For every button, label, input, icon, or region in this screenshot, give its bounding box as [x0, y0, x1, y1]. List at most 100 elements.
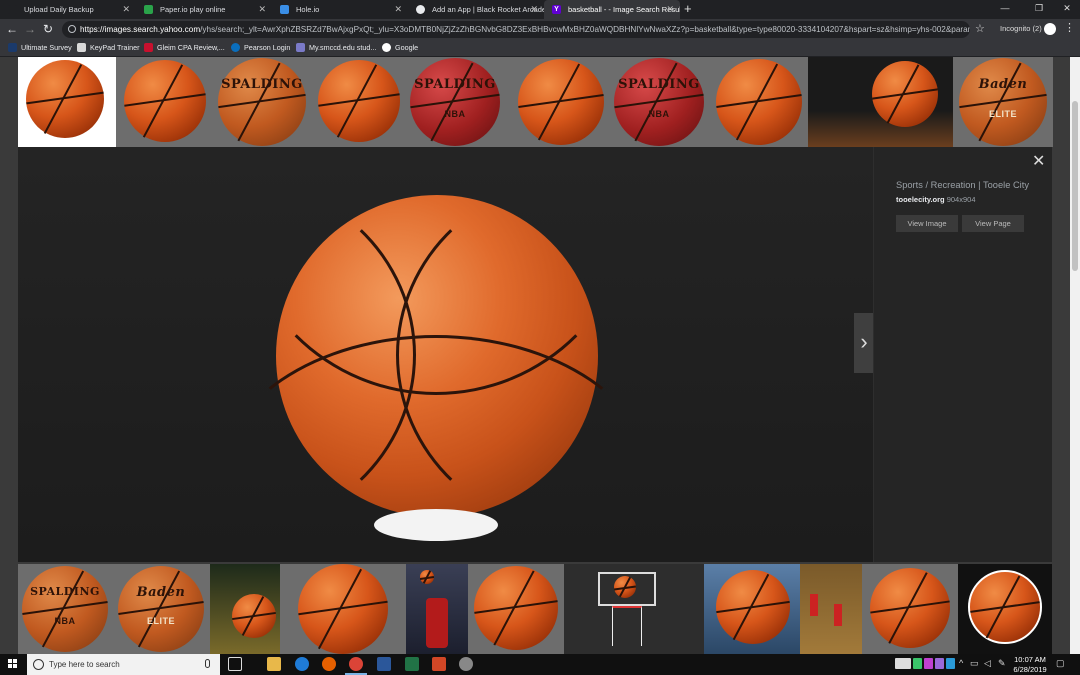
thumbnail-image[interactable]	[18, 57, 116, 147]
thumbnail-image[interactable]	[468, 564, 564, 654]
thumbnail-image[interactable]	[808, 57, 953, 147]
bookmark-label: Google	[395, 43, 419, 52]
thumbnail-image[interactable]	[862, 564, 958, 654]
source-title[interactable]: Sports / Recreation | Tooele City	[896, 180, 1029, 190]
thumbnail-image[interactable]	[280, 564, 406, 654]
back-arrow-icon[interactable]: ←	[4, 21, 20, 38]
tab-yahoo-images[interactable]: Y basketball - - Image Search Results ✕	[544, 0, 680, 19]
excel-icon[interactable]	[405, 657, 419, 671]
tab-hole-io[interactable]: Hole.io ✕	[272, 0, 408, 19]
thumbnail-image[interactable]: Baden ELITE	[953, 57, 1053, 147]
incognito-label[interactable]: Incognito (2)	[1000, 24, 1042, 33]
tab-paper-io[interactable]: Paper.io play online ✕	[136, 0, 272, 19]
thumbnail-image[interactable]	[564, 564, 704, 654]
bookmark-google[interactable]: Google	[382, 40, 418, 56]
forward-arrow-icon[interactable]: →	[22, 21, 38, 38]
basketball-thumb	[298, 564, 388, 654]
file-explorer-icon[interactable]	[267, 657, 281, 671]
close-tab-icon[interactable]: ✕	[122, 0, 130, 19]
pen-icon[interactable]: ✎	[998, 658, 1006, 669]
basketball-thumb: SPALDING NBA	[614, 58, 704, 146]
bookmark-ultimate-survey[interactable]: Ultimate Survey	[8, 40, 72, 56]
url-host: https://images.search.yahoo.com	[80, 25, 201, 34]
thumbnail-image[interactable]: Baden ELITE	[112, 564, 210, 654]
browser-toolbar: ← → ↻ https://images.search.yahoo.com/yh…	[0, 19, 1080, 40]
ball-logo-text: NBA	[648, 109, 670, 120]
thumbnail-image[interactable]	[116, 57, 214, 147]
clock-time: 10:07 AM	[1014, 655, 1046, 664]
tab-strip: Upload Daily Backup ✕ Paper.io play onli…	[0, 0, 1080, 19]
edge-icon[interactable]	[295, 657, 309, 671]
microphone-icon[interactable]	[205, 659, 210, 668]
notification-icon[interactable]: ▢	[1056, 658, 1065, 669]
taskbar-clock[interactable]: 10:07 AM 6/28/2019	[1009, 655, 1051, 675]
basketball-thumb	[474, 566, 558, 650]
tray-app-icon[interactable]	[935, 658, 944, 669]
basketball-thumb	[420, 570, 434, 584]
image-dimensions: 904x904	[946, 195, 976, 204]
source-host[interactable]: tooelecity.org	[896, 195, 945, 204]
site-info-icon[interactable]	[68, 25, 76, 33]
taskbar-search-box[interactable]: Type here to search	[27, 654, 220, 675]
word-icon[interactable]	[377, 657, 391, 671]
windows-taskbar: Type here to search ^ ▭ ◁ ✎ 10:07 AM 6/2…	[0, 654, 1080, 675]
tray-app-icon[interactable]	[946, 658, 955, 669]
scrollbar-thumb[interactable]	[1072, 101, 1078, 271]
task-view-icon[interactable]	[228, 657, 242, 671]
close-tab-icon[interactable]: ✕	[530, 0, 538, 19]
minimize-icon[interactable]: —	[990, 0, 1020, 19]
close-tab-icon[interactable]: ✕	[258, 0, 266, 19]
basketball-thumb	[716, 570, 790, 644]
restore-icon[interactable]: ❐	[1024, 0, 1054, 19]
new-tab-button[interactable]: +	[684, 0, 692, 18]
tab-label: Add an App | Black Rocket Arcade	[432, 5, 544, 14]
address-bar[interactable]: https://images.search.yahoo.com/yhs/sear…	[62, 21, 970, 38]
tray-app-icon[interactable]	[913, 658, 922, 669]
page-scrollbar[interactable]	[1070, 57, 1080, 654]
powerpoint-icon[interactable]	[432, 657, 446, 671]
next-image-chevron-icon[interactable]: ›	[854, 313, 874, 373]
bookmark-star-icon[interactable]: ☆	[975, 22, 985, 35]
menu-kebab-icon[interactable]: ⋮	[1064, 21, 1075, 34]
tab-black-rocket[interactable]: Add an App | Black Rocket Arcade ✕	[408, 0, 544, 19]
volume-icon[interactable]: ◁	[984, 658, 991, 669]
reload-icon[interactable]: ↻	[40, 21, 56, 38]
window-close-icon[interactable]: ✕	[1052, 0, 1080, 19]
bookmarks-bar: Ultimate Survey KeyPad Trainer Gleim CPA…	[0, 40, 1080, 57]
incognito-avatar-icon[interactable]	[1044, 23, 1056, 35]
settings-gear-icon[interactable]	[459, 657, 473, 671]
ball-logo-text: NBA	[54, 615, 76, 626]
close-tab-icon[interactable]: ✕	[394, 0, 402, 19]
bookmark-gleim[interactable]: Gleim CPA Review,...	[144, 40, 225, 56]
tray-app-icon[interactable]	[895, 658, 911, 669]
network-icon[interactable]: ▭	[970, 658, 979, 669]
clock-date: 6/28/2019	[1013, 665, 1047, 674]
thumbnail-image[interactable]	[958, 564, 1052, 654]
tray-app-icon[interactable]	[924, 658, 933, 669]
thumbnail-image[interactable]	[704, 564, 800, 654]
thumbnail-image[interactable]	[708, 57, 808, 147]
bookmark-keypad-trainer[interactable]: KeyPad Trainer	[77, 40, 140, 56]
bookmark-smccd[interactable]: My.smccd.edu stud...	[296, 40, 376, 56]
basketball-thumb: Baden ELITE	[959, 58, 1047, 146]
source-line: tooelecity.org 904x904	[896, 195, 976, 204]
close-preview-icon[interactable]: ✕	[1032, 151, 1045, 171]
page-favicon	[8, 5, 17, 14]
firefox-icon[interactable]	[322, 657, 336, 671]
thumbnail-image[interactable]	[800, 564, 862, 654]
tab-upload-daily-backup[interactable]: Upload Daily Backup ✕	[0, 0, 136, 19]
view-page-button[interactable]: View Page	[962, 215, 1024, 232]
ball-brand-text: SPALDING	[30, 584, 100, 598]
thumbnail-image[interactable]	[210, 564, 280, 654]
thumbnail-image[interactable]	[406, 564, 468, 654]
preview-stage[interactable]	[18, 147, 873, 562]
ball-brand-text: SPALDING	[221, 77, 303, 93]
basketball-outline-thumb	[968, 570, 1042, 644]
thumbnail-image[interactable]: SPALDING NBA	[18, 564, 112, 654]
windows-start-icon[interactable]	[8, 659, 18, 669]
chevron-up-icon[interactable]: ^	[959, 658, 963, 668]
close-tab-icon[interactable]: ✕	[666, 0, 674, 19]
bookmark-pearson[interactable]: Pearson Login	[231, 40, 290, 56]
chrome-icon[interactable]	[349, 657, 363, 671]
view-image-button[interactable]: View Image	[896, 215, 958, 232]
